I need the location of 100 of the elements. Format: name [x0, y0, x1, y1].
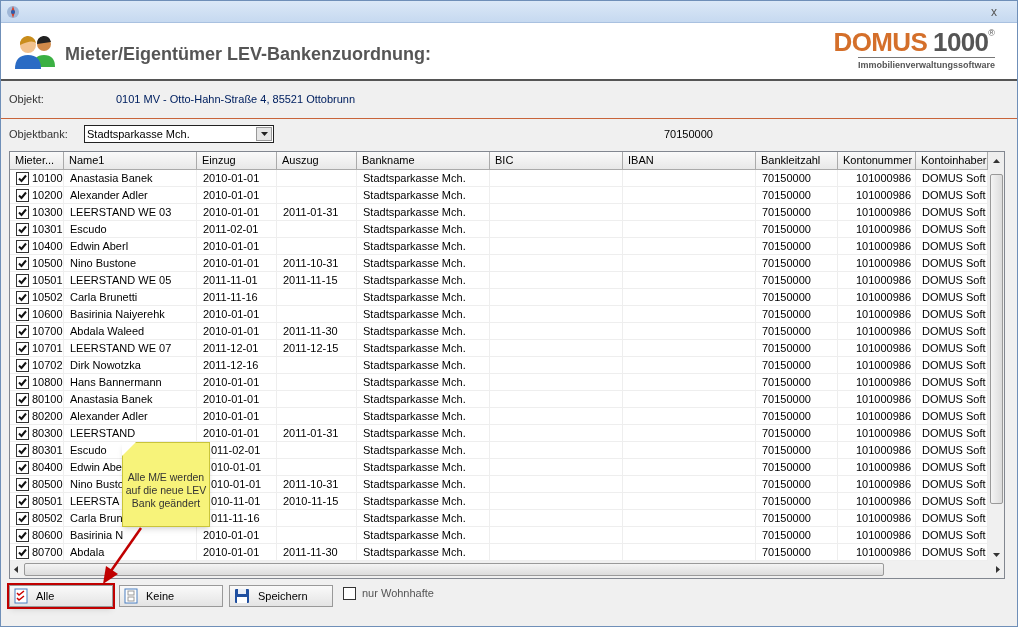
table-cell: Stadtsparkasse Mch.	[363, 425, 466, 441]
table-cell: DOMUS Soft	[922, 442, 986, 458]
column-header[interactable]: BIC	[490, 152, 623, 170]
blank-list-icon	[124, 588, 138, 604]
close-button[interactable]: x	[991, 2, 997, 21]
table-cell: Stadtsparkasse Mch.	[363, 340, 466, 356]
checkbox[interactable]	[16, 528, 29, 542]
column-header[interactable]: IBAN	[623, 152, 756, 170]
table-cell: 70150000	[762, 510, 811, 526]
table-cell: 10400	[32, 238, 63, 254]
checkbox[interactable]	[16, 222, 29, 236]
table-cell: Escudo	[70, 221, 107, 237]
table-cell: LEERSTAND	[70, 425, 136, 441]
checkbox[interactable]	[16, 307, 29, 321]
table-cell: Carla Brunetti	[70, 289, 138, 305]
table-cell: DOMUS Soft	[922, 221, 986, 237]
table-cell: 101000986	[855, 374, 911, 390]
column-header[interactable]: Name1	[64, 152, 197, 170]
column-header[interactable]: Kontoinhaber	[916, 152, 988, 170]
table-cell: 101000986	[855, 323, 911, 339]
table-cell: 70150000	[762, 357, 811, 373]
table-cell: 70150000	[762, 323, 811, 339]
table-cell: 2011-01-31	[283, 425, 339, 441]
checkbox[interactable]	[16, 511, 29, 525]
scroll-down-icon[interactable]	[992, 553, 1000, 557]
table-cell: 70150000	[762, 238, 811, 254]
table-cell: 10600	[32, 306, 63, 322]
checkbox[interactable]	[16, 358, 29, 372]
table-cell: 101000986	[855, 272, 911, 288]
checkbox[interactable]	[16, 375, 29, 389]
checkbox[interactable]	[16, 443, 29, 457]
table-cell: Hans Bannermann	[70, 374, 162, 390]
table-cell: 101000986	[855, 544, 911, 560]
table-cell: Edwin Abe	[70, 459, 122, 475]
objekt-label: Objekt:	[9, 92, 45, 108]
table-cell: 2010-01-01	[203, 255, 260, 271]
table-cell: Stadtsparkasse Mch.	[363, 255, 466, 271]
checkbox[interactable]	[16, 545, 29, 559]
column-header[interactable]: Einzug	[197, 152, 277, 170]
checkbox[interactable]	[16, 426, 29, 440]
table-cell: 70150000	[762, 289, 811, 305]
table-cell: 101000986	[855, 527, 911, 543]
table-cell: 2011-01-31	[283, 204, 339, 220]
table-cell: Stadtsparkasse Mch.	[363, 170, 466, 186]
checkbox[interactable]	[16, 409, 29, 423]
table-cell: 80700	[32, 544, 63, 560]
table-cell: 70150000	[762, 374, 811, 390]
checkbox[interactable]	[16, 290, 29, 304]
checkbox[interactable]	[16, 256, 29, 270]
bank-dropdown[interactable]: Stadtsparkasse Mch.	[84, 125, 274, 143]
toolbar-button[interactable]: Alle	[9, 585, 113, 607]
checkbox[interactable]	[16, 392, 29, 406]
checkbox[interactable]	[16, 341, 29, 355]
table-cell: 80301	[32, 442, 63, 458]
scroll-up-icon[interactable]	[992, 159, 1000, 163]
checkbox[interactable]	[16, 460, 29, 474]
table-cell: 011-02-01	[211, 442, 261, 458]
table-cell: Stadtsparkasse Mch.	[363, 493, 466, 509]
table-cell: 101000986	[855, 510, 911, 526]
table-cell: 010-11-01	[211, 493, 261, 509]
column-header[interactable]: Bankname	[357, 152, 490, 170]
column-header[interactable]: Mieter...	[10, 152, 64, 170]
checkbox[interactable]	[16, 324, 29, 338]
table-cell: 10500	[32, 255, 63, 271]
checkbox[interactable]	[343, 586, 356, 600]
toolbar-button[interactable]: Keine	[119, 585, 223, 607]
table-cell: Escudo	[70, 442, 107, 458]
scroll-left-icon[interactable]	[14, 566, 18, 573]
table-cell: 2010-01-01	[203, 374, 260, 390]
table-cell: 101000986	[855, 306, 911, 322]
table-cell: Stadtsparkasse Mch.	[363, 238, 466, 254]
table-cell: DOMUS Soft	[922, 204, 986, 220]
horizontal-scrollbar[interactable]	[10, 561, 1004, 578]
table-cell: 70150000	[762, 391, 811, 407]
checkbox[interactable]	[16, 494, 29, 508]
checkbox[interactable]	[16, 171, 29, 185]
column-header[interactable]: Auszug	[277, 152, 357, 170]
table-cell: 2010-01-01	[203, 204, 260, 220]
checkbox[interactable]	[16, 239, 29, 253]
table-cell: Alexander Adler	[70, 187, 148, 203]
table-cell: DOMUS Soft	[922, 255, 986, 271]
checkbox[interactable]	[16, 273, 29, 287]
table-cell: DOMUS Soft	[922, 544, 986, 560]
checkbox[interactable]	[16, 205, 29, 219]
table-cell: 70150000	[762, 442, 811, 458]
table-cell: DOMUS Soft	[922, 170, 986, 186]
table-cell: 2011-11-15	[283, 272, 338, 288]
table-cell: Stadtsparkasse Mch.	[363, 323, 466, 339]
column-header[interactable]: Kontonummer	[838, 152, 916, 170]
table-cell: DOMUS Soft	[922, 527, 986, 543]
table-cell: 70150000	[762, 272, 811, 288]
scroll-right-icon[interactable]	[996, 566, 1000, 573]
table-cell: DOMUS Soft	[922, 323, 986, 339]
checkbox[interactable]	[16, 477, 29, 491]
column-header[interactable]: Bankleitzahl	[756, 152, 838, 170]
toolbar-button[interactable]: Speichern	[229, 585, 333, 607]
table-cell: 80501	[32, 493, 63, 509]
checkbox[interactable]	[16, 188, 29, 202]
table-cell: 2010-01-01	[203, 408, 260, 424]
checkbox-label: nur Wohnhafte	[362, 586, 434, 601]
